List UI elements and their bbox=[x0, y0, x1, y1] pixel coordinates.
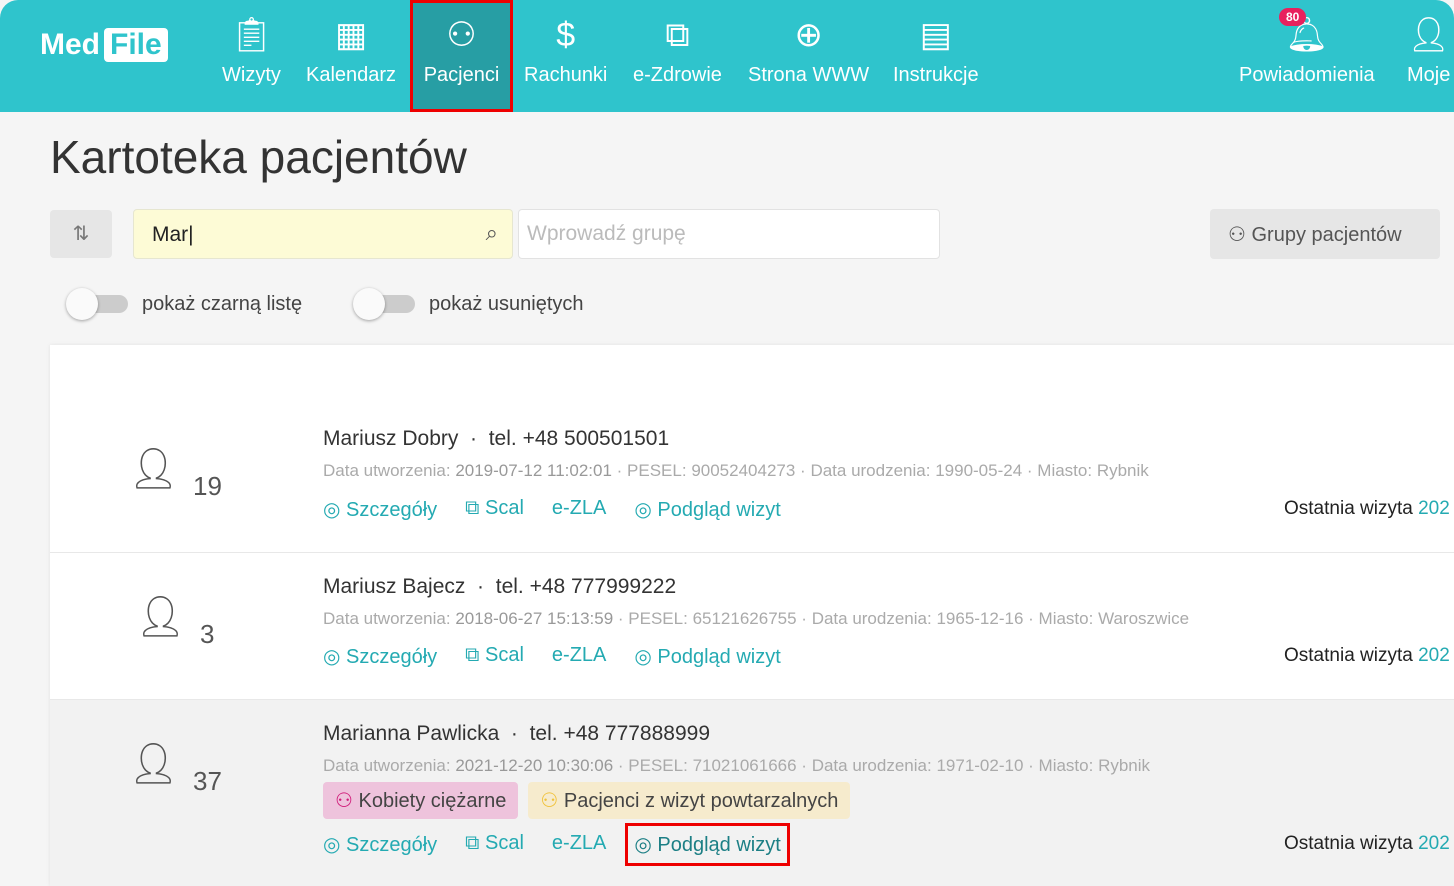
nav-label: Pacjenci bbox=[423, 64, 500, 86]
user-icon: 👤︎ bbox=[128, 447, 179, 491]
nav-label: Moje bbox=[1407, 64, 1451, 86]
patient-meta: Data utworzenia: 2019-07-12 11:02:01 · P… bbox=[323, 461, 1149, 480]
nav-label: Rachunki bbox=[524, 64, 608, 86]
search-icon[interactable]: ⌕ bbox=[486, 220, 498, 246]
details-link[interactable]: ◎ Szczegóły bbox=[323, 497, 437, 522]
nav-instrukcje[interactable]: ▤ Instrukcje bbox=[893, 0, 979, 112]
medical-document-icon: ⧉ bbox=[665, 16, 690, 54]
search-value: Mar bbox=[152, 223, 189, 246]
nav-label: e-Zdrowie bbox=[633, 64, 722, 86]
dollar-icon: $ bbox=[556, 16, 576, 54]
patient-name-phone[interactable]: Mariusz Bajecz · tel. +48 777999222 bbox=[323, 575, 676, 599]
details-link[interactable]: ◎ Szczegóły bbox=[323, 644, 437, 669]
toggle-switch[interactable] bbox=[66, 288, 128, 320]
users-icon: ⚇ bbox=[335, 790, 353, 812]
patient-name-phone[interactable]: Marianna Pawlicka · tel. +48 777888999 bbox=[323, 722, 710, 746]
users-icon: ⚇ bbox=[1228, 224, 1252, 246]
patient-row[interactable]: 👤︎ 3 Mariusz Bajecz · tel. +48 777999222… bbox=[50, 552, 1454, 699]
nav-label: Instrukcje bbox=[893, 64, 979, 86]
patient-row[interactable]: 👤︎ 37 Marianna Pawlicka · tel. +48 77788… bbox=[50, 699, 1454, 886]
group-input[interactable]: Wprowadź grupę bbox=[518, 209, 940, 259]
search-input[interactable]: Mar| ⌕ bbox=[133, 209, 513, 259]
ezla-link[interactable]: e-ZLA bbox=[552, 644, 606, 669]
notification-badge: 80 bbox=[1279, 8, 1307, 26]
calendar-icon: ▦ bbox=[334, 16, 368, 54]
nav-powiadomienia[interactable]: 🔔︎ 80 Powiadomienia bbox=[1239, 0, 1375, 112]
logo-text: Med bbox=[40, 28, 100, 61]
patient-name-phone[interactable]: Mariusz Dobry · tel. +48 500501501 bbox=[323, 427, 669, 451]
visit-count: 19 bbox=[193, 471, 222, 501]
nav-kalendarz[interactable]: ▦ Kalendarz bbox=[306, 0, 396, 112]
patient-groups-label: Grupy pacjentów bbox=[1251, 224, 1402, 246]
patient-meta: Data utworzenia: 2021-12-20 10:30:06 · P… bbox=[323, 756, 1151, 775]
merge-link[interactable]: ⧉ Scal bbox=[465, 644, 524, 669]
visit-count: 37 bbox=[193, 766, 222, 796]
nav-e-zdrowie[interactable]: ⧉ e-Zdrowie bbox=[633, 0, 722, 112]
details-link[interactable]: ◎ Szczegóły bbox=[323, 832, 437, 857]
toggle-label: pokaż czarną listę bbox=[142, 292, 303, 315]
book-icon: ▤ bbox=[919, 16, 952, 54]
users-icon: ⚇ bbox=[540, 790, 559, 812]
nav-label: Kalendarz bbox=[306, 64, 397, 86]
medfile-logo[interactable]: Med File bbox=[40, 28, 168, 62]
user-icon: 👤︎ bbox=[1407, 16, 1451, 54]
tag-recurring[interactable]: ⚇ Pacjenci z wizyt powtarzalnych bbox=[528, 782, 851, 819]
patient-list: 👤︎ 19 Mariusz Dobry · tel. +48 500501501… bbox=[50, 345, 1454, 886]
user-icon: 👤︎ bbox=[128, 742, 179, 786]
visits-preview-link[interactable]: ◎ Podgląd wizyt bbox=[625, 823, 790, 866]
merge-link[interactable]: ⧉ Scal bbox=[465, 832, 524, 857]
nav-rachunki[interactable]: $ Rachunki bbox=[524, 0, 607, 112]
nav-label: Powiadomienia bbox=[1239, 64, 1375, 86]
user-icon: 👤︎ bbox=[135, 595, 186, 639]
nav-label: Strona WWW bbox=[748, 64, 870, 86]
nav-strona-www[interactable]: ⊕ Strona WWW bbox=[748, 0, 869, 112]
sort-button[interactable]: ⇅ bbox=[50, 210, 112, 258]
ezla-link[interactable]: e-ZLA bbox=[552, 497, 606, 522]
top-nav: Med File 📋︎ Wizyty ▦ Kalendarz ⚇ Pacjenci $ R… bbox=[0, 0, 1454, 112]
toggle-label: pokaż usuniętych bbox=[429, 292, 584, 315]
nav-pacjenci[interactable]: ⚇ Pacjenci bbox=[410, 0, 513, 112]
blacklist-toggle[interactable]: pokaż czarną listę bbox=[66, 288, 303, 320]
last-visit: Ostatnia wizyta 202 bbox=[1284, 498, 1450, 519]
patient-meta: Data utworzenia: 2018-06-27 15:13:59 · P… bbox=[323, 609, 1190, 628]
last-visit: Ostatnia wizyta 202 bbox=[1284, 833, 1450, 854]
merge-link[interactable]: ⧉ Scal bbox=[465, 497, 524, 522]
visit-count: 3 bbox=[200, 619, 215, 649]
ezla-link[interactable]: e-ZLA bbox=[552, 832, 606, 857]
logo-text-file: File bbox=[104, 28, 168, 62]
nav-wizyty[interactable]: 📋︎ Wizyty bbox=[222, 0, 281, 112]
patient-groups-button[interactable]: ⚇ Grupy pacjentów bbox=[1210, 209, 1440, 259]
globe-icon: ⊕ bbox=[794, 16, 823, 54]
nav-moje[interactable]: 👤︎ Moje bbox=[1407, 0, 1450, 112]
tag-pregnant[interactable]: ⚇ Kobiety ciężarne bbox=[323, 782, 519, 819]
patient-row[interactable]: 👤︎ 19 Mariusz Dobry · tel. +48 500501501… bbox=[50, 405, 1454, 552]
deleted-toggle[interactable]: pokaż usuniętych bbox=[353, 288, 584, 320]
visits-preview-link[interactable]: ◎ Podgląd wizyt bbox=[634, 644, 780, 669]
users-icon: ⚇ bbox=[446, 16, 477, 54]
toggle-switch[interactable] bbox=[353, 288, 415, 320]
clipboard-list-icon: 📋︎ bbox=[229, 16, 274, 54]
page-title: Kartoteka pacjentów bbox=[50, 131, 467, 183]
nav-label: Wizyty bbox=[222, 64, 281, 86]
visits-preview-link[interactable]: ◎ Podgląd wizyt bbox=[634, 497, 780, 522]
last-visit: Ostatnia wizyta 202 bbox=[1284, 645, 1450, 666]
